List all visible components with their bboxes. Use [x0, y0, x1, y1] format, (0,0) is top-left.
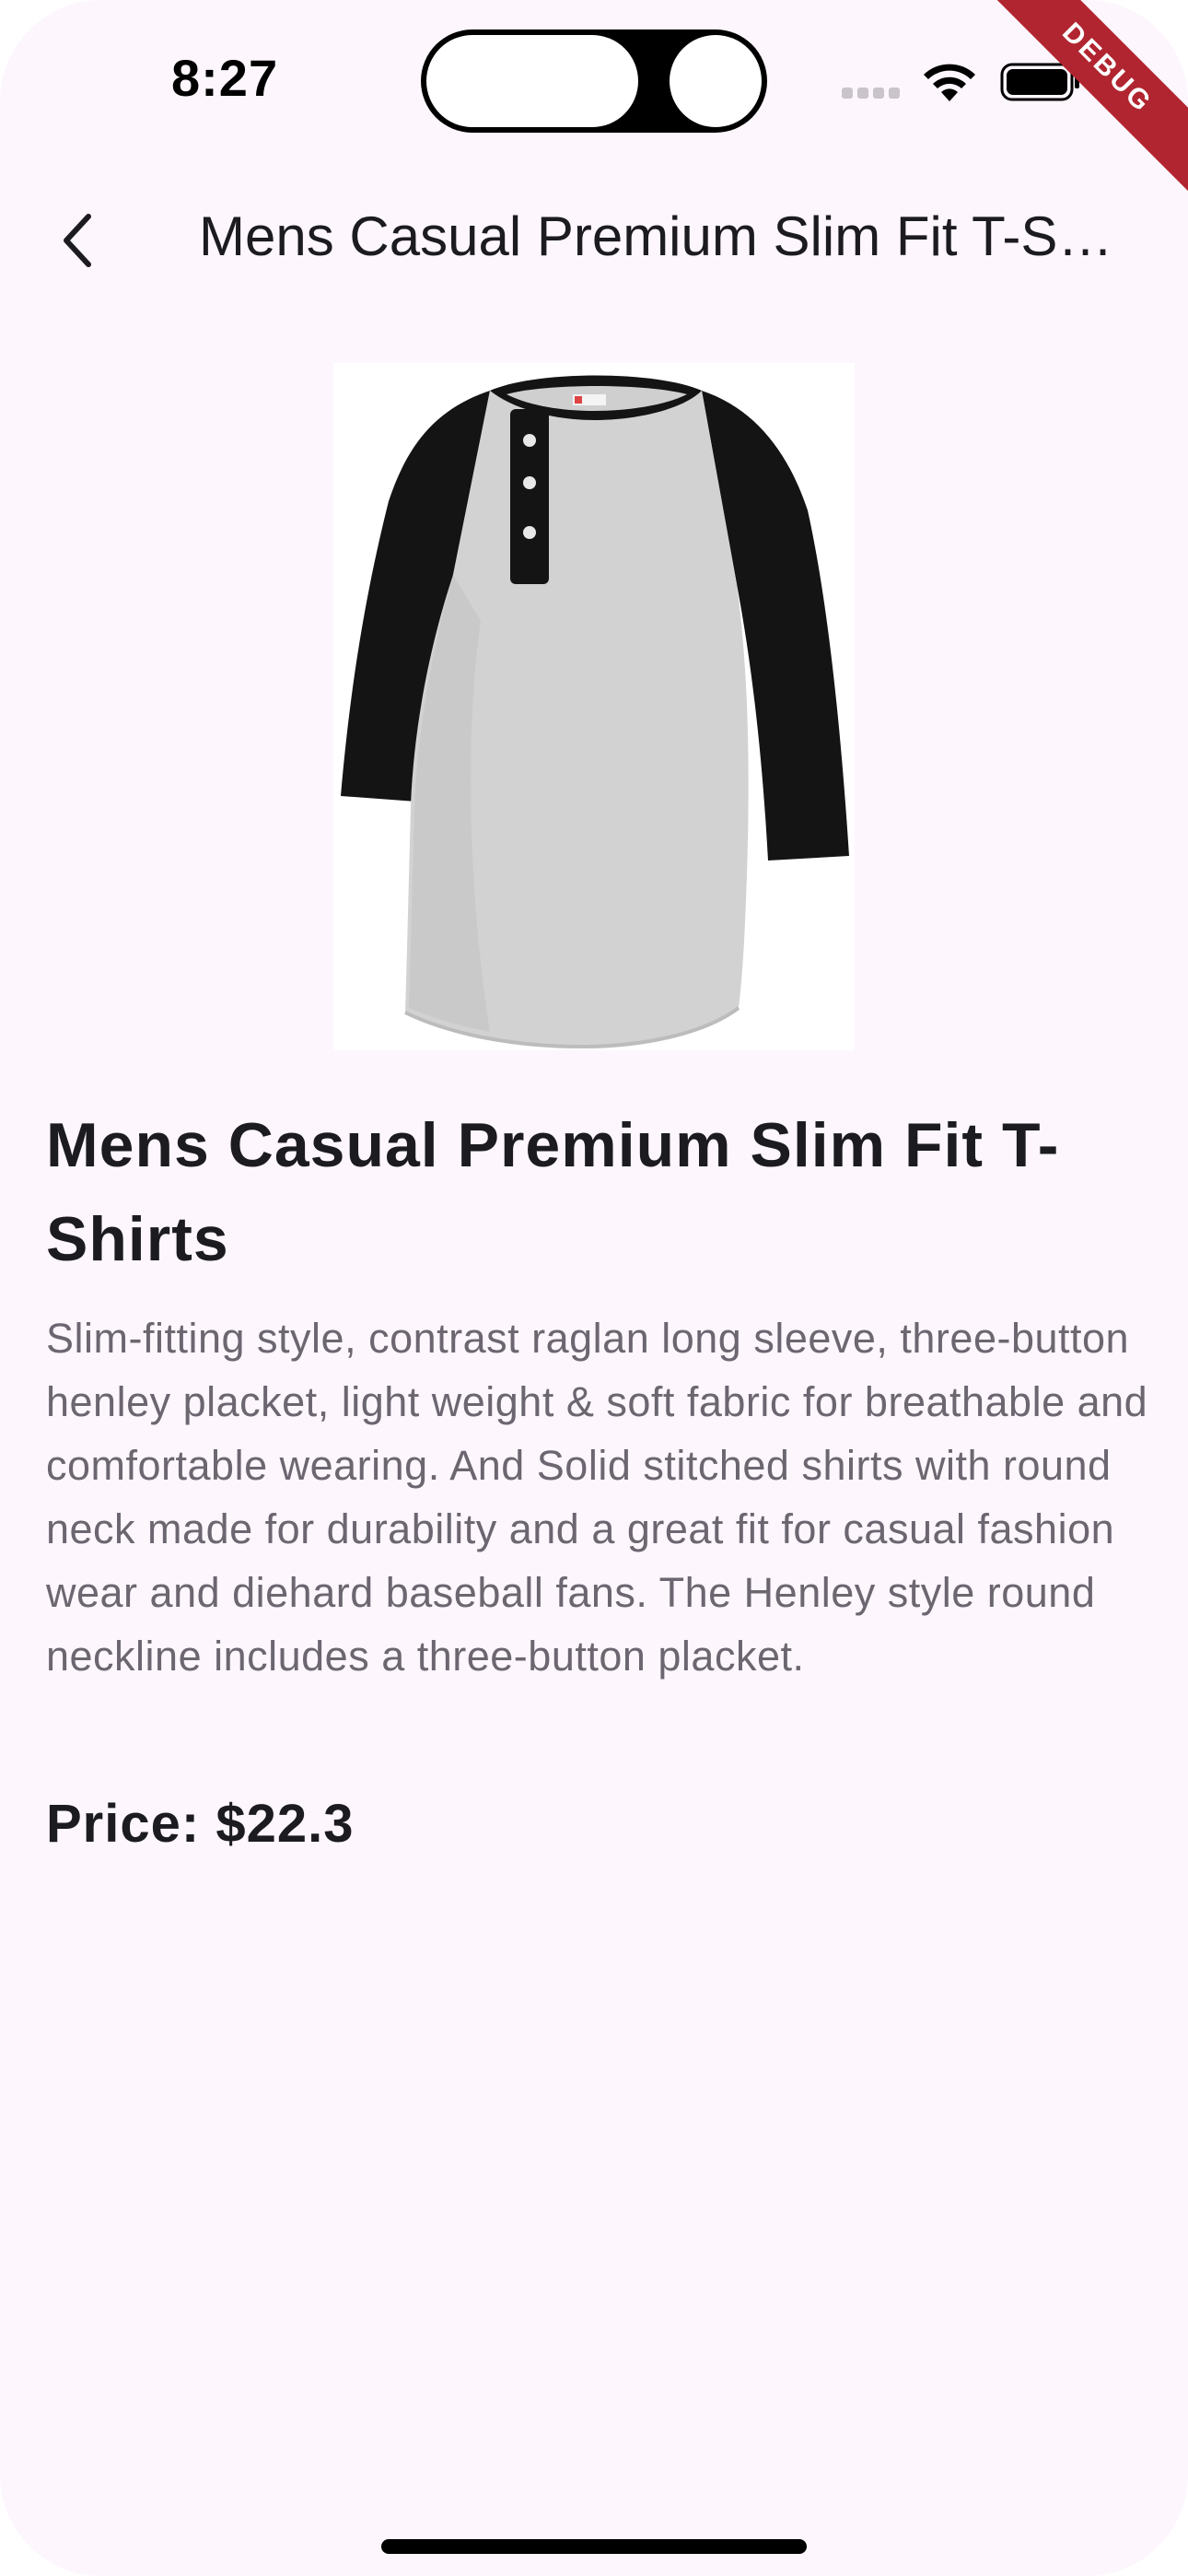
page-title: Mens Casual Premium Slim Fit T-Shirts: [199, 205, 1138, 267]
back-button[interactable]: [41, 199, 114, 282]
wifi-icon: [921, 61, 978, 108]
island-dot: [670, 35, 762, 127]
dynamic-island: [421, 29, 767, 133]
cellular-signal-icon: [842, 87, 906, 100]
island-pill: [426, 35, 638, 127]
product-name: Mens Casual Premium Slim Fit T-Shirts: [46, 1110, 1060, 1274]
chevron-left-icon: [64, 214, 91, 267]
product-detail-screen: 8:27 DEBUG Mens Casual Premium Slim Fit …: [0, 0, 1188, 2576]
status-time: 8:27: [171, 49, 279, 107]
product-price: Price: $22.3: [46, 1794, 355, 1854]
home-indicator[interactable]: [381, 2539, 807, 2554]
product-image: [333, 363, 855, 1050]
product-description: Slim-fitting style, contrast raglan long…: [46, 1315, 1148, 1680]
henley-shirt-illustration: [341, 375, 849, 1049]
